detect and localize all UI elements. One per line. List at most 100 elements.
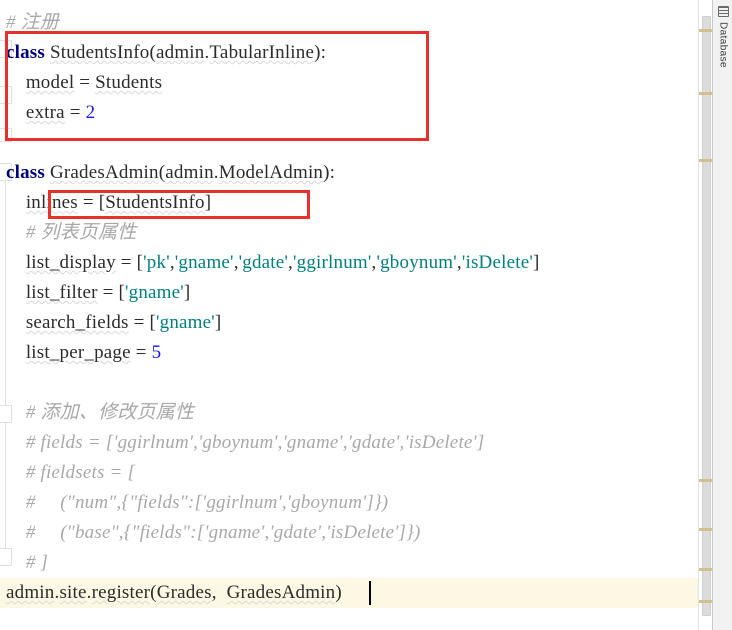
code-text[interactable]: # 注册 class StudentsInfo(admin.TabularInli… [0, 0, 706, 608]
code-token-squiggle: admin [156, 42, 205, 63]
code-line[interactable]: # ] [0, 548, 706, 578]
code-token-squiggle: admin [165, 162, 214, 183]
code-line[interactable]: list_per_page = 5 [0, 338, 706, 368]
code-token-squiggle: extra [25, 102, 65, 123]
stripe-marker[interactable] [699, 600, 713, 603]
code-line[interactable] [0, 128, 706, 158]
code-line[interactable]: # fields = ['ggirlnum','gboynum','gname'… [0, 428, 706, 458]
code-line[interactable]: # ("base",{"fields":['gname','gdate','is… [0, 518, 706, 548]
code-line[interactable]: extra = 2 [0, 98, 706, 128]
code-token-string: 'gdate' [238, 252, 289, 273]
text-caret [369, 581, 371, 605]
tool-window-strip: Database [712, 0, 732, 630]
code-token-plain: ] [204, 192, 212, 213]
stripe-marker[interactable] [699, 568, 713, 571]
code-token-plain: = [64, 102, 86, 123]
code-token-plain: = [ [128, 312, 156, 333]
code-line-current[interactable]: admin.site.register(Grades, GradesAdmin) [0, 578, 706, 608]
code-token-squiggle: Students [95, 72, 163, 93]
code-token-plain: ) [335, 582, 342, 603]
tool-tab-database-label: Database [717, 22, 729, 69]
code-token-plain: ): [314, 42, 327, 63]
code-token-keyword: class [6, 42, 45, 63]
code-token-string: 'gname' [174, 252, 234, 273]
code-token-squiggle: GradesAdmin [49, 162, 159, 183]
code-token-plain: = [130, 342, 152, 363]
code-token-string: 'gboynum' [376, 252, 457, 273]
code-token-squiggle: admin [6, 582, 55, 603]
code-token-string: 'pk' [143, 252, 170, 273]
code-token-squiggle: list_filter [25, 282, 98, 303]
code-token-comment: # 列表页属性 [25, 222, 137, 243]
code-token-squiggle: GradesAdmin [226, 582, 336, 603]
code-line[interactable]: inlines = [StudentsInfo] [0, 188, 706, 218]
code-token-comment: # ("base",{"fields":['gname','gdate','is… [25, 522, 421, 543]
code-token-squiggle: model [25, 72, 75, 93]
code-token-plain: ] [214, 312, 222, 333]
code-token-plain: , [211, 582, 227, 603]
stripe-marker[interactable] [699, 92, 713, 95]
code-token-plain: = [74, 72, 96, 93]
tool-tab-database[interactable]: Database [713, 4, 732, 68]
stripe-marker[interactable] [699, 29, 713, 32]
code-line[interactable]: class StudentsInfo(admin.TabularInline): [0, 38, 706, 68]
code-token-squiggle: TabularInline [209, 42, 315, 63]
code-line[interactable]: # 注册 [0, 8, 706, 38]
code-token-plain: ] [183, 282, 191, 303]
code-token-keyword: class [6, 162, 45, 183]
code-token-squiggle: register [91, 582, 151, 603]
code-line[interactable] [0, 368, 706, 398]
code-line[interactable]: list_filter = ['gname'] [0, 278, 706, 308]
code-token-comment: # 注册 [6, 12, 60, 33]
code-line[interactable]: # 添加、修改页属性 [0, 398, 706, 428]
stripe-marker[interactable] [699, 159, 713, 162]
code-token-squiggle: inlines [25, 192, 78, 213]
code-token-squiggle: StudentsInfo [105, 192, 205, 213]
stripe-marker[interactable] [699, 479, 713, 482]
code-line[interactable]: model = Students [0, 68, 706, 98]
code-line[interactable]: # 列表页属性 [0, 218, 706, 248]
code-token-squiggle: ModelAdmin [218, 162, 324, 183]
vertical-scrollbar[interactable] [698, 0, 713, 630]
stripe-marker[interactable] [699, 528, 713, 531]
code-token-string: 'isDelete' [461, 252, 533, 273]
code-token-plain: = [ [77, 192, 106, 213]
code-token-comment: # 添加、修改页属性 [25, 402, 195, 423]
editor-viewport[interactable]: # 注册 class StudentsInfo(admin.TabularInli… [0, 0, 706, 630]
code-editor-window: # 注册 class StudentsInfo(admin.TabularInli… [0, 0, 732, 630]
code-line[interactable]: search_fields = ['gname'] [0, 308, 706, 338]
code-token-comment: # fieldsets = [ [25, 462, 136, 483]
code-token-number: 5 [151, 342, 162, 363]
code-line[interactable]: # fieldsets = [ [0, 458, 706, 488]
code-token-plain: ): [323, 162, 336, 183]
code-token-squiggle: site [59, 582, 87, 603]
code-token-squiggle: list_display [25, 252, 116, 273]
code-token-squiggle: Grades [156, 582, 212, 603]
code-token-squiggle: StudentsInfo [49, 42, 150, 63]
database-icon [717, 6, 729, 17]
code-token-squiggle: search_fields [25, 312, 129, 333]
code-token-comment: # fields = ['ggirlnum','gboynum','gname'… [25, 432, 485, 453]
code-line[interactable]: list_display = ['pk','gname','gdate','gg… [0, 248, 706, 278]
code-token-plain: = [ [97, 282, 126, 303]
code-line[interactable]: # ("num",{"fields":['ggirlnum','gboynum'… [0, 488, 706, 518]
code-token-string: 'gname' [125, 282, 184, 303]
code-token-number: 2 [85, 102, 96, 123]
scrollbar-thumb[interactable] [702, 16, 711, 616]
code-line[interactable]: class GradesAdmin(admin.ModelAdmin): [0, 158, 706, 188]
code-token-squiggle: list_per_page [25, 342, 131, 363]
code-token-string: 'gname' [156, 312, 215, 333]
